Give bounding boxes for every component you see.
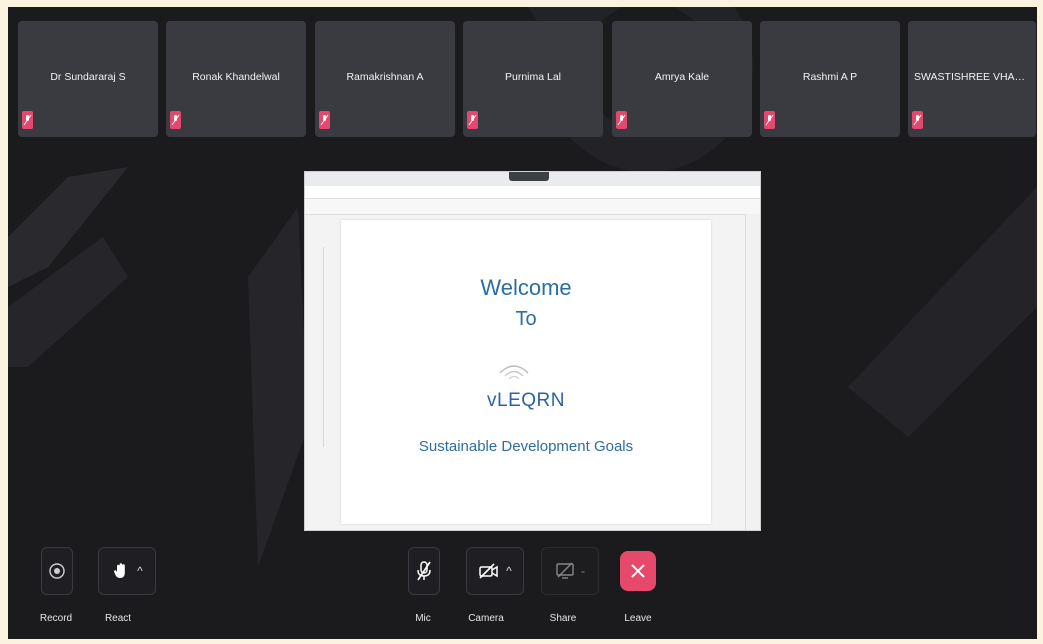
camera-label: Camera	[468, 613, 504, 624]
mic-off-icon	[417, 561, 431, 581]
shared-screen[interactable]: Welcome To vLEQRN Sustainable Developmen…	[304, 171, 761, 531]
participant-tiles: Dr Sundararaj S Ronak Khandelwal Ramakri…	[18, 21, 1037, 139]
participant-tile[interactable]: Ronak Khandelwal	[166, 21, 306, 137]
mic-muted-icon	[616, 111, 627, 129]
participant-tile[interactable]: Ramakrishnan A	[315, 21, 455, 137]
mic-muted-icon	[22, 111, 33, 129]
participant-name: Ramakrishnan A	[346, 71, 424, 83]
participant-name: Purnima Lal	[504, 71, 562, 83]
record-icon	[49, 563, 65, 579]
mic-muted-icon	[764, 111, 775, 129]
participant-tile[interactable]: Purnima Lal	[463, 21, 603, 137]
participant-name: SWASTISHREE VHANAB...	[914, 71, 1036, 83]
slide-subtitle: Sustainable Development Goals	[418, 438, 634, 455]
slide-heading: Welcome	[480, 275, 572, 300]
mic-muted-icon	[319, 111, 330, 129]
presentation-slide: Welcome To vLEQRN Sustainable Developmen…	[341, 220, 711, 524]
participant-tile[interactable]: Dr Sundararaj S	[18, 21, 158, 137]
participant-name: Rashmi A P	[802, 71, 858, 83]
record-label: Record	[39, 613, 73, 624]
participant-name: Amrya Kale	[654, 71, 710, 83]
document-toolbar	[305, 199, 760, 215]
participant-tile[interactable]: SWASTISHREE VHANAB...	[908, 21, 1036, 137]
react-label: React	[104, 613, 132, 624]
raise-hand-icon	[114, 563, 125, 578]
browser-url-bar	[305, 186, 760, 199]
mic-muted-icon	[912, 111, 923, 129]
record-button[interactable]	[41, 547, 73, 595]
camera-off-icon	[479, 563, 498, 579]
chevron-up-icon[interactable]: ^	[506, 564, 512, 578]
chevron-down-icon[interactable]: -	[581, 564, 585, 578]
share-screen-off-icon	[556, 562, 574, 579]
leave-button[interactable]	[620, 551, 656, 591]
participant-name: Ronak Khandelwal	[192, 71, 280, 83]
participant-tile[interactable]: Rashmi A P	[760, 21, 900, 137]
brand-logo-text: vLEQRN	[487, 390, 565, 411]
mic-muted-icon	[467, 111, 478, 129]
leave-label: Leave	[624, 613, 652, 624]
mic-muted-icon	[170, 111, 181, 129]
share-label: Share	[549, 613, 577, 624]
slide-heading-2: To	[515, 308, 537, 330]
mic-label: Mic	[415, 613, 431, 624]
camera-button[interactable]: ^	[466, 547, 524, 595]
wifi-logo-icon	[499, 365, 529, 380]
participant-name: Dr Sundararaj S	[50, 71, 126, 83]
react-button[interactable]: ^	[98, 547, 156, 595]
document-ruler	[323, 247, 329, 447]
participant-tile[interactable]: Amrya Kale	[612, 21, 752, 137]
sharing-indicator	[509, 172, 549, 181]
chevron-up-icon[interactable]: ^	[137, 564, 143, 578]
document-side-panel	[745, 214, 760, 530]
meeting-stage: Dr Sundararaj S Ronak Khandelwal Ramakri…	[8, 7, 1037, 639]
mic-button[interactable]	[408, 547, 440, 595]
close-icon	[631, 564, 645, 578]
share-button[interactable]: -	[541, 547, 599, 595]
